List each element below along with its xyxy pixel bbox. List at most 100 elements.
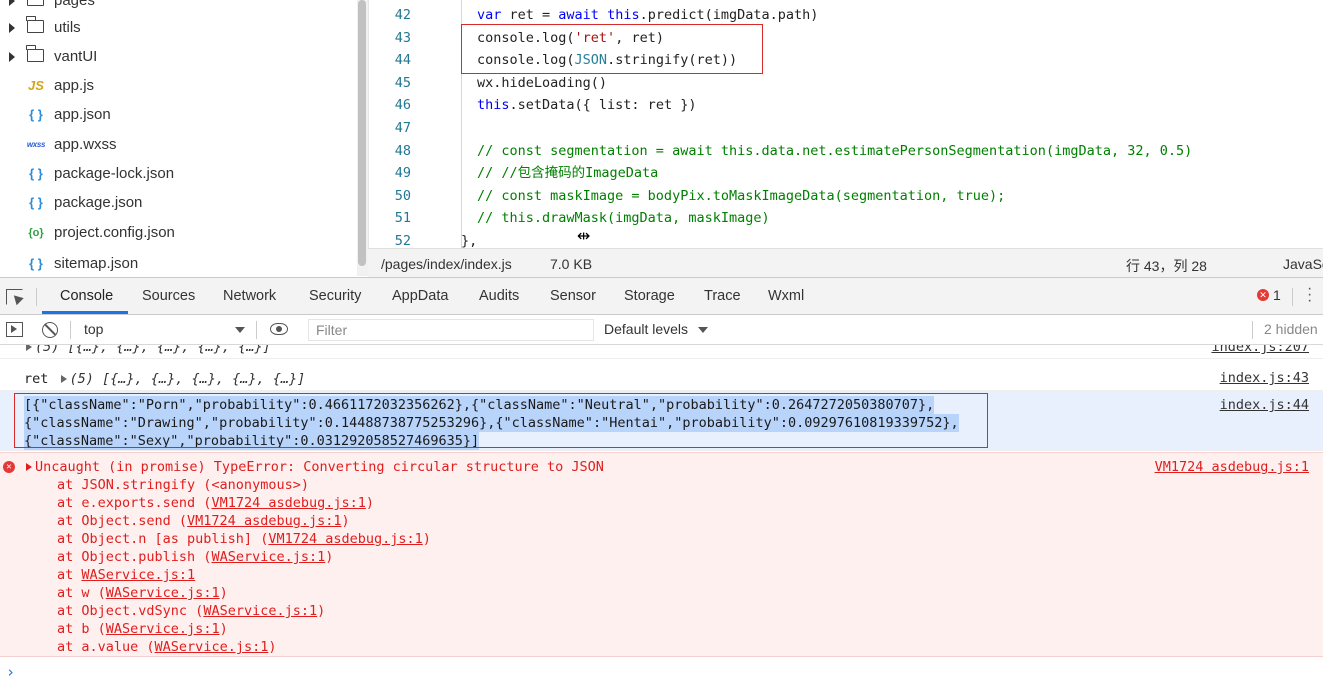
source-link[interactable]: index.js:207 (1211, 345, 1309, 355)
error-message[interactable]: Uncaught (in promise) TypeError: Convert… (26, 458, 604, 476)
stack-frame-link[interactable]: WAService.js:1 (203, 603, 317, 619)
tab-audits[interactable]: Audits (479, 288, 519, 304)
code-text: // const maskImage = bodyPix.toMaskImage… (477, 185, 1005, 207)
console-filter-input[interactable] (308, 319, 594, 341)
error-icon[interactable]: ✕ (1257, 289, 1269, 301)
hidden-messages-count[interactable]: 2 hidden (1264, 321, 1318, 337)
code-line[interactable]: 50 // const maskImage = bodyPix.toMaskIma… (369, 185, 1323, 207)
source-link[interactable]: index.js:43 (1220, 370, 1309, 386)
tab-sources[interactable]: Sources (142, 288, 195, 304)
tree-file-app-wxss[interactable]: wxss app.wxss (0, 130, 356, 159)
tree-file-app-json[interactable]: { } app.json (0, 100, 356, 129)
chevron-down-icon[interactable] (698, 327, 708, 333)
tab-appdata[interactable]: AppData (392, 288, 448, 304)
clear-console-icon[interactable] (42, 322, 58, 338)
stack-frame-link[interactable]: VM1724 asdebug.js:1 (268, 531, 422, 547)
context-selector[interactable]: top (84, 321, 103, 337)
cursor-position[interactable]: 行 43，列 28 (1126, 256, 1207, 276)
stack-frame-text: at a.value ( (57, 639, 155, 655)
code-line[interactable]: 52}, (369, 230, 1323, 248)
tree-item-label: app.json (54, 106, 111, 123)
tab-trace[interactable]: Trace (704, 288, 741, 304)
tree-file-package-lock-json[interactable]: { } package-lock.json (0, 159, 356, 188)
resize-cursor-icon: ⇹ (577, 228, 591, 245)
language-mode[interactable]: JavaScript (1283, 256, 1323, 272)
stack-frame-text: ) (219, 621, 228, 637)
line-number: 48 (394, 142, 411, 159)
tree-folder-utils[interactable]: utils (0, 13, 356, 42)
tree-file-package-json[interactable]: { } package.json (0, 188, 356, 217)
code-line[interactable]: 47 (369, 117, 1323, 139)
source-link[interactable]: VM1724 asdebug.js:1 (1155, 459, 1309, 475)
expand-arrow-icon[interactable] (26, 463, 32, 471)
stack-frame-link[interactable]: WAService.js:1 (106, 621, 220, 637)
expand-arrow-icon[interactable] (60, 375, 67, 383)
wxss-file-icon: wxss (26, 140, 46, 149)
expand-arrow-icon[interactable] (9, 51, 15, 62)
console-prompt[interactable]: › (6, 663, 15, 681)
stack-frame-link[interactable]: VM1724 asdebug.js:1 (187, 513, 341, 529)
divider (1252, 321, 1253, 339)
stack-frame-link[interactable]: VM1724 asdebug.js:1 (211, 495, 365, 511)
stack-frame: at Object.vdSync (WAService.js:1) (57, 602, 325, 620)
tree-file-app-js[interactable]: JS app.js (0, 71, 356, 100)
code-token: // //包含掩码的ImageData (477, 165, 659, 182)
code-line[interactable]: 42 var ret = await this.predict(imgData.p… (369, 4, 1323, 26)
code-token: this (607, 7, 640, 23)
stack-frame-text: ) (317, 603, 326, 619)
console-message: ret (5) [{…}, {…}, {…}, {…}, {…}] index.… (0, 365, 1323, 391)
code-line[interactable]: 45 wx.hideLoading() (369, 72, 1323, 94)
tab-console[interactable]: Console (60, 288, 113, 304)
tree-item-label: pages (54, 0, 95, 9)
tab-storage[interactable]: Storage (624, 288, 675, 304)
divider (70, 321, 71, 339)
more-menu-icon[interactable]: · · · (1307, 281, 1312, 309)
expand-arrow-icon[interactable] (9, 0, 15, 6)
code-line[interactable]: 46 this.setData({ list: ret }) (369, 94, 1323, 116)
tab-wxml[interactable]: Wxml (768, 288, 804, 304)
file-size: 7.0 KB (550, 256, 593, 272)
stack-frame-text: ) (341, 513, 350, 529)
expand-arrow-icon[interactable] (9, 22, 15, 33)
tree-file-sitemap-json[interactable]: { } sitemap.json (0, 249, 356, 276)
chevron-down-icon[interactable] (235, 327, 245, 333)
tab-sensor[interactable]: Sensor (550, 288, 596, 304)
stack-frame: at e.exports.send (VM1724 asdebug.js:1) (57, 494, 374, 512)
line-number: 43 (394, 29, 411, 46)
stack-frame-text: at JSON.stringify (<anonymous>) (57, 477, 309, 493)
tab-security[interactable]: Security (309, 288, 361, 304)
array-preview[interactable]: (5) [{…}, {…}, {…}, {…}, {…}] (70, 371, 306, 387)
error-count[interactable]: 1 (1273, 287, 1281, 303)
js-file-icon: JS (28, 78, 44, 93)
error-text: Uncaught (in promise) TypeError: Convert… (35, 459, 604, 475)
code-editor[interactable]: 42 var ret = await this.predict(imgData.p… (368, 0, 1323, 248)
stack-frame-link[interactable]: WAService.js:1 (106, 585, 220, 601)
stack-frame-text: at Object.send ( (57, 513, 188, 529)
stack-frame-link[interactable]: WAService.js:1 (155, 639, 269, 655)
line-number: 44 (394, 52, 411, 69)
tab-network[interactable]: Network (223, 288, 276, 304)
show-sidebar-icon[interactable] (6, 322, 23, 337)
code-line[interactable]: 48 // const segmentation = await this.dat… (369, 140, 1323, 162)
code-line[interactable]: 49 // //包含掩码的ImageData (369, 162, 1323, 184)
code-token: var (477, 7, 510, 23)
stack-frame: at Object.publish (WAService.js:1) (57, 548, 333, 566)
live-expression-eye-icon[interactable] (270, 323, 288, 335)
console-output[interactable]: (5) [{…}, {…}, {…}, {…}, {…}] index.js:2… (0, 345, 1323, 697)
log-levels-dropdown[interactable]: Default levels (604, 321, 688, 337)
highlight-box (14, 393, 988, 448)
array-preview[interactable]: (5) [{…}, {…}, {…}, {…}, {…}] (35, 345, 271, 355)
stack-frame-link[interactable]: WAService.js:1 (81, 567, 195, 583)
code-line[interactable]: 51 // this.drawMask(imgData, maskImage) (369, 207, 1323, 229)
inspect-element-icon[interactable] (6, 289, 23, 305)
tree-file-project-config-json[interactable]: {o} project.config.json (0, 218, 356, 247)
editor-status-bar: /pages/index/index.js 7.0 KB 行 43，列 28 J… (368, 248, 1323, 277)
code-token: .predict(imgData.path) (639, 7, 819, 23)
stack-frame-link[interactable]: WAService.js:1 (211, 549, 325, 565)
source-link[interactable]: index.js:44 (1220, 397, 1309, 413)
tree-folder-vantui[interactable]: vantUI (0, 42, 356, 71)
stack-frame-text: ) (365, 495, 375, 511)
expand-arrow-icon[interactable] (26, 345, 32, 351)
stack-frame: at WAService.js:1 (57, 566, 195, 584)
tree-scrollbar-thumb[interactable] (358, 0, 366, 266)
